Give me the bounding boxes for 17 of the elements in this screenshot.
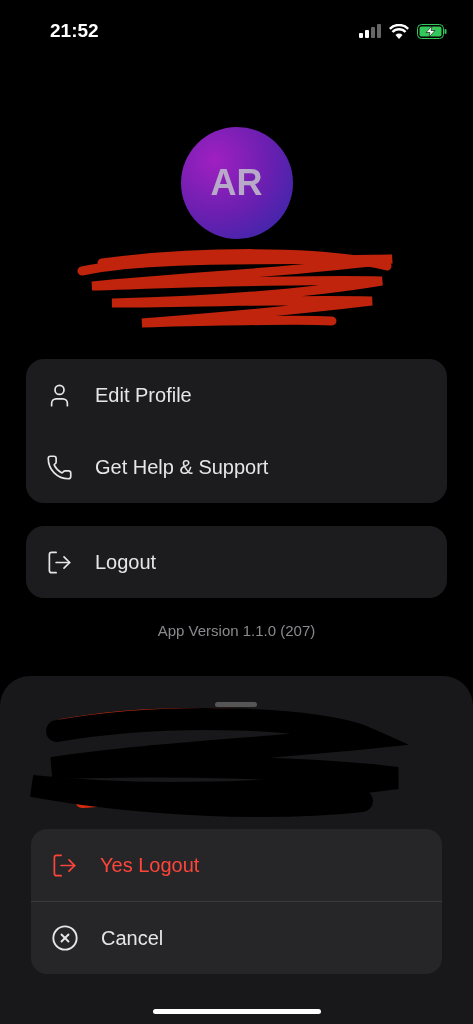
cancel-button[interactable]: Cancel bbox=[31, 902, 442, 974]
phone-icon bbox=[46, 453, 73, 481]
menu-item-label: Logout bbox=[95, 550, 157, 574]
signal-icon bbox=[359, 24, 381, 38]
confirm-logout-button[interactable]: Yes Logout bbox=[31, 829, 442, 901]
menu-item[interactable]: Get Help & Support bbox=[26, 431, 447, 503]
menu-item-label: Get Help & Support bbox=[95, 455, 269, 479]
battery-charging-icon bbox=[417, 23, 447, 39]
menu-item[interactable]: Logout bbox=[26, 526, 447, 598]
menu-item-label: Edit Profile bbox=[95, 383, 192, 407]
sheet-handle[interactable] bbox=[215, 702, 257, 707]
menu-item[interactable]: Edit Profile bbox=[26, 359, 447, 431]
cancel-icon bbox=[51, 924, 79, 952]
avatar-initials: AR bbox=[210, 162, 263, 204]
app-version: App Version 1.1.0 (207) bbox=[157, 622, 316, 639]
wifi-icon bbox=[389, 23, 409, 39]
status-time: 21:52 bbox=[50, 20, 99, 42]
